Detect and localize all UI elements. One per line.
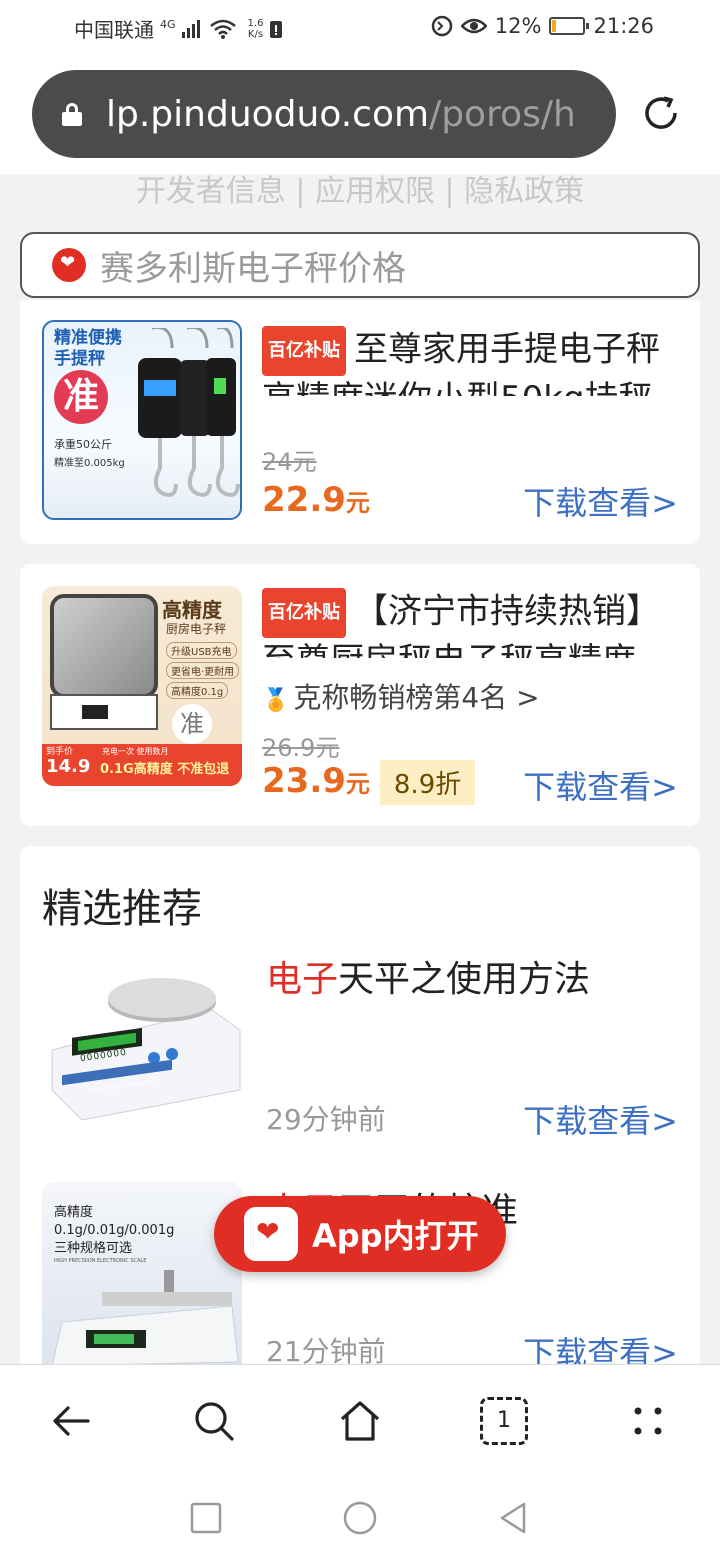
product-title[interactable]: 百亿补贴至尊家用手提电子秤高精度迷你小型50kg挂秤 <box>262 326 678 396</box>
open-in-app-button[interactable]: App内打开 <box>214 1196 506 1272</box>
product-title[interactable]: 百亿补贴【济宁市持续热销】至尊厨房秤电子秤高精度 <box>262 588 678 658</box>
pinduoduo-logo-icon <box>52 248 86 282</box>
recommend-time: 21分钟前 <box>266 1335 386 1366</box>
title-rest: 天平之使用方法 <box>338 959 591 1000</box>
battery-icon <box>549 17 590 35</box>
product-image: 精准便携 手提秤 准 承重50公斤 精准至0.005kg <box>42 320 242 520</box>
thumb-text: 三种规格可选 <box>54 1241 133 1256</box>
battery-percent: 12% <box>494 14 542 38</box>
subsidy-badge: 百亿补贴 <box>262 326 346 376</box>
url-domain: lp.pinduoduo.com <box>106 93 430 135</box>
address-bar-area: lp.pinduoduo.com/poros/h <box>0 58 720 174</box>
tabs-icon[interactable]: 1 <box>480 1397 528 1445</box>
home-icon[interactable] <box>336 1397 384 1445</box>
address-bar[interactable]: lp.pinduoduo.com/poros/h <box>32 70 616 158</box>
recommend-title[interactable]: 电子天平之使用方法 <box>266 950 590 1002</box>
eye-comfort-icon <box>460 18 487 34</box>
recent-apps-icon[interactable] <box>188 1500 224 1536</box>
lock-icon <box>62 103 82 126</box>
title-highlight: 电子 <box>266 959 339 1000</box>
sale-price-value: 22.9 <box>262 480 346 520</box>
developer-links[interactable]: 开发者信息 | 应用权限 | 隐私政策 <box>0 174 720 214</box>
open-in-app-label: App内打开 <box>312 1217 479 1255</box>
bestseller-rank[interactable]: 🏅 克称畅销榜第4名 > <box>262 676 540 716</box>
status-bar: 中国联通 4G 1.6 K/s 12% 21:26 <box>0 0 720 58</box>
thumb-text: 承重50公斤 <box>54 438 112 451</box>
search-input[interactable]: 赛多利斯电子秤价格 <box>20 232 700 298</box>
thumb-text: 准 <box>172 704 212 744</box>
thumb-text: 高精度 <box>162 598 222 622</box>
recommend-section: 精选推荐 ELECTRONIC BALANCE 0000000 电子天平之使用方… <box>20 846 700 1366</box>
thumb-text: 精准便携 <box>54 328 122 348</box>
carrier-label: 中国联通 <box>74 18 154 42</box>
thumb-text: 厨房电子秤 <box>166 622 227 636</box>
recommend-image: 高精度 0.1g/0.01g/0.001g 三种规格可选 HIGH PRECIS… <box>42 1182 242 1366</box>
thumb-text: 14.9 <box>46 756 91 777</box>
product-card[interactable]: 精准便携 手提秤 准 承重50公斤 精准至0.005kg 百亿补贴 至尊家用手提电… <box>20 300 700 544</box>
section-title: 精选推荐 <box>42 886 202 932</box>
original-price: 26.9元 <box>262 734 340 762</box>
thumb-text: 高精度 <box>54 1205 94 1220</box>
reload-icon[interactable] <box>640 92 682 134</box>
thumb-text: 升级USB充电 <box>166 642 237 659</box>
subsidy-badge: 百亿补贴 <box>262 588 346 638</box>
net-speed: 1.6 K/s <box>248 18 264 40</box>
discount-badge: 8.9折 <box>379 760 476 805</box>
download-view-link[interactable]: 下载查看> <box>523 1096 678 1142</box>
thumb-text: 高精度0.1g <box>166 682 229 699</box>
rank-text: 克称畅销榜第4名 > <box>293 681 540 714</box>
recommend-time: 29分钟前 <box>266 1103 386 1136</box>
product-card[interactable]: 高精度 厨房电子秤 升级USB充电 更省电·更耐用 高精度0.1g 准 到手价 … <box>20 564 700 826</box>
wifi-icon <box>209 19 236 39</box>
thumb-text: 更省电·更耐用 <box>166 662 240 679</box>
clock: 21:26 <box>593 14 654 38</box>
scale-display-illustration <box>50 694 158 730</box>
system-navigation-bar <box>0 1480 720 1560</box>
precision-scale-illustration <box>51 1270 239 1366</box>
url-path: /poros/h <box>429 93 576 135</box>
balance-illustration <box>51 978 241 1120</box>
original-price: 24元 <box>262 448 317 476</box>
browser-toolbar: 1 <box>0 1364 720 1480</box>
url-text[interactable]: lp.pinduoduo.com/poros/h <box>106 94 576 135</box>
more-icon[interactable] <box>624 1397 672 1445</box>
search-text: 赛多利斯电子秤价格 <box>100 248 406 289</box>
sale-price: 22.9元 <box>262 480 370 520</box>
search-icon[interactable] <box>190 1397 238 1445</box>
network-type: 4G <box>160 18 176 31</box>
thumb-text: 0.1g/0.01g/0.001g <box>54 1223 175 1238</box>
download-view-link[interactable]: 下载查看> <box>523 478 678 524</box>
nfc-icon <box>431 15 453 37</box>
thumb-text: 准 <box>54 370 108 424</box>
sale-price: 23.9元 8.9折 <box>262 760 476 805</box>
sale-price-unit: 元 <box>345 770 370 798</box>
signal-icon <box>181 19 200 38</box>
thumb-text: 精准至0.005kg <box>54 458 125 469</box>
recommend-image: ELECTRONIC BALANCE 0000000 <box>42 950 242 1120</box>
product-image: 高精度 厨房电子秤 升级USB充电 更省电·更耐用 高精度0.1g 准 到手价 … <box>42 586 242 786</box>
status-right: 12% 21:26 <box>431 14 654 38</box>
download-view-link[interactable]: 下载查看> <box>523 762 678 808</box>
notification-icon <box>270 20 283 38</box>
net-speed-unit: K/s <box>247 28 264 40</box>
sale-price-unit: 元 <box>345 489 370 517</box>
status-left: 中国联通 4G 1.6 K/s <box>74 14 283 43</box>
scale-plate-illustration <box>50 594 158 698</box>
home-circle-icon[interactable] <box>342 1500 378 1536</box>
hanging-scale-illustration <box>138 328 240 497</box>
medal-icon: 🏅 <box>262 688 290 713</box>
sale-price-value: 23.9 <box>262 761 346 801</box>
thumb-text: 手提秤 <box>54 349 105 369</box>
net-speed-value: 1.6 <box>247 17 264 29</box>
back-triangle-icon[interactable] <box>496 1500 532 1536</box>
back-icon[interactable] <box>48 1397 96 1445</box>
thumb-text: 0.1G高精度 不准包退 <box>100 762 230 777</box>
thumb-text: 充电一次 使用数月 <box>102 747 169 756</box>
download-view-link[interactable]: 下载查看> <box>523 1328 678 1366</box>
pinduoduo-app-icon <box>244 1207 298 1261</box>
